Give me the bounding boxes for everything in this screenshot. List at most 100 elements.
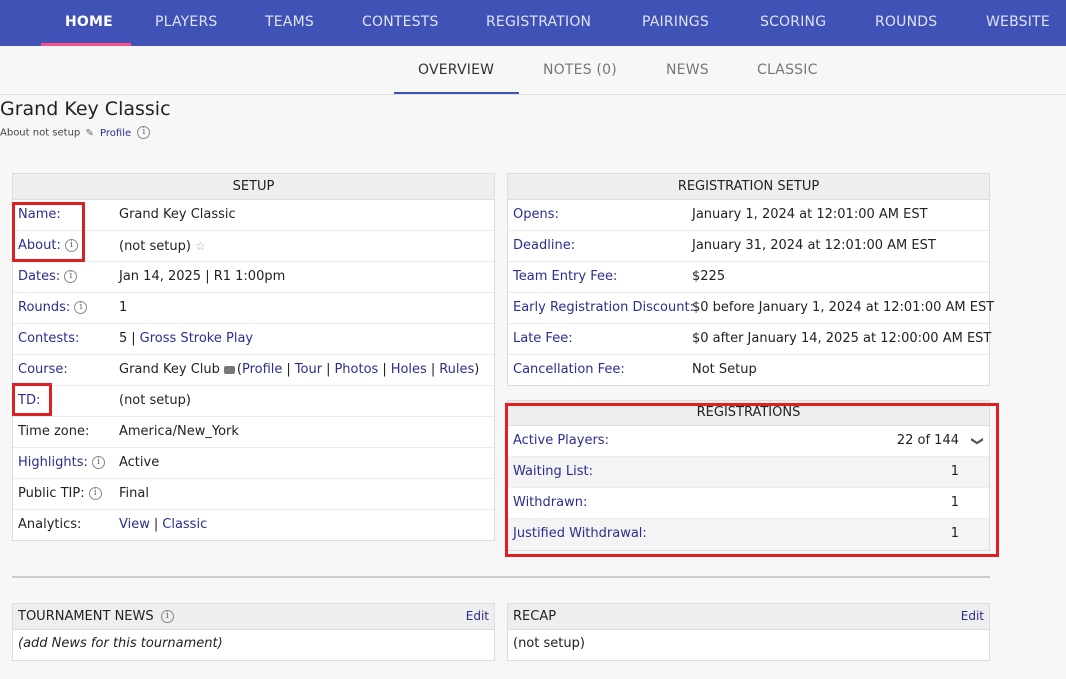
reg-setup-row-late-fee: Late Fee: $0 after January 14, 2025 at 1… (508, 324, 992, 355)
highlight-box-registrations (505, 403, 999, 557)
tab-classic[interactable]: CLASSIC (757, 46, 818, 94)
info-icon[interactable]: i (88, 487, 102, 500)
nav-teams[interactable]: TEAMS (265, 0, 314, 46)
setup-row-course: Course: Grand Key Club (Profile | Tour | Phot… (13, 355, 494, 386)
tab-news[interactable]: NEWS (666, 46, 709, 94)
analytics-view-link[interactable]: View (119, 517, 150, 532)
cancellation-label-text: Cancellation Fee (513, 362, 621, 377)
recap-title: RECAP (513, 609, 557, 624)
analytics-classic-link[interactable]: Classic (162, 517, 207, 532)
course-tour-link[interactable]: Tour (295, 362, 322, 377)
news-edit-button[interactable]: Edit (466, 604, 489, 629)
registration-setup-header: REGISTRATION SETUP (508, 174, 989, 200)
nav-pairings[interactable]: PAIRINGS (642, 0, 709, 46)
deadline-label-text: Deadline (513, 238, 571, 253)
setup-row-td: TD: (not setup) (13, 386, 494, 417)
about-value: (not setup) ☆ (119, 231, 206, 262)
info-icon[interactable]: i (64, 270, 78, 283)
rounds-label-text: Rounds (18, 300, 66, 315)
highlight-box-name-about (12, 202, 85, 262)
nav-players[interactable]: PLAYERS (155, 0, 217, 46)
recap-panel: RECAP Edit (not setup) (507, 603, 990, 661)
nav-home[interactable]: HOME (65, 0, 113, 46)
section-divider (12, 576, 990, 578)
recap-body: (not setup) (513, 636, 585, 651)
page-title: Grand Key Classic (0, 98, 171, 120)
tournament-news-body: (add News for this tournament) (18, 636, 223, 651)
recap-edit-button[interactable]: Edit (961, 604, 984, 629)
nav-website[interactable]: WEBSITE (986, 0, 1050, 46)
cancellation-label[interactable]: Cancellation Fee: (513, 355, 625, 385)
reg-setup-row-opens: Opens: January 1, 2024 at 12:01:00 AM ES… (508, 200, 989, 231)
course-holes-link[interactable]: Holes (391, 362, 427, 377)
setup-row-name: Name: Grand Key Classic (13, 200, 494, 231)
tip-label: Public TIP: i (18, 479, 102, 509)
reg-setup-row-entry-fee: Team Entry Fee: $225 (508, 262, 989, 293)
course-profile-link[interactable]: Profile (242, 362, 282, 377)
timezone-label: Time zone: (18, 424, 90, 439)
tournament-news-panel: TOURNAMENT NEWS i Edit (add News for thi… (12, 603, 495, 661)
info-icon[interactable]: i (160, 610, 174, 623)
course-label-text: Course (18, 362, 64, 377)
profile-link[interactable]: Profile (100, 128, 131, 139)
dates-label-text: Dates (18, 269, 56, 284)
info-icon[interactable]: i (91, 456, 105, 469)
contests-label[interactable]: Contests: (18, 324, 79, 354)
cancellation-value: Not Setup (692, 362, 757, 377)
about-status: About not setup (0, 127, 81, 139)
course-photos-link[interactable]: Photos (334, 362, 378, 377)
highlights-value: Active (119, 455, 160, 470)
top-nav: HOME PLAYERS TEAMS CONTESTS REGISTRATION… (0, 0, 1066, 46)
deadline-label[interactable]: Deadline: (513, 231, 575, 261)
nav-registration[interactable]: REGISTRATION (486, 0, 591, 46)
rounds-label[interactable]: Rounds: i (18, 293, 88, 323)
entry-fee-value: $225 (692, 269, 726, 284)
nav-contests[interactable]: CONTESTS (362, 0, 439, 46)
deadline-value: January 31, 2024 at 12:01:00 AM EST (692, 238, 936, 253)
entry-fee-label-text: Team Entry Fee (513, 269, 613, 284)
name-value: Grand Key Classic (119, 207, 236, 222)
early-discount-value: $0 before January 1, 2024 at 12:01:00 AM… (692, 300, 995, 315)
analytics-label: Analytics: (18, 517, 82, 532)
course-name: Grand Key Club (119, 362, 220, 377)
opens-label[interactable]: Opens: (513, 200, 559, 230)
opens-label-text: Opens (513, 207, 555, 222)
star-icon[interactable]: ☆ (195, 239, 206, 253)
setup-row-about: About: i (not setup) ☆ (13, 231, 494, 262)
timezone-value: America/New_York (119, 424, 239, 439)
contest-link[interactable]: Gross Stroke Play (140, 331, 253, 346)
analytics-label-text: Analytics (18, 517, 78, 532)
late-fee-label[interactable]: Late Fee: (513, 324, 573, 354)
early-discount-label-text: Early Registration Discount (513, 300, 690, 315)
analytics-value: View | Classic (119, 517, 208, 532)
tab-overview[interactable]: OVERVIEW (418, 46, 494, 94)
registration-setup-panel: REGISTRATION SETUP Opens: January 1, 202… (507, 173, 994, 386)
contests-count: 5 (119, 331, 128, 346)
tournament-news-title: TOURNAMENT NEWS (18, 609, 154, 624)
early-discount-label[interactable]: Early Registration Discount: (513, 293, 694, 323)
setup-row-rounds: Rounds: i 1 (13, 293, 494, 324)
td-value: (not setup) (119, 393, 191, 408)
setup-row-timezone: Time zone: America/New_York (13, 417, 494, 448)
recap-header: RECAP Edit (508, 604, 989, 630)
dates-label[interactable]: Dates: i (18, 262, 78, 292)
nav-rounds[interactable]: ROUNDS (875, 0, 937, 46)
contests-label-text: Contests (18, 331, 76, 346)
highlights-label[interactable]: Highlights: i (18, 448, 105, 478)
late-fee-value: $0 after January 14, 2025 at 12:00:00 AM… (692, 331, 992, 346)
late-fee-label-text: Late Fee (513, 331, 569, 346)
course-rules-link[interactable]: Rules (439, 362, 474, 377)
nav-scoring[interactable]: SCORING (760, 0, 826, 46)
tab-notes[interactable]: NOTES (0) (543, 46, 617, 94)
course-label[interactable]: Course: (18, 355, 68, 385)
info-icon[interactable]: i (74, 301, 88, 314)
opens-value: January 1, 2024 at 12:01:00 AM EST (692, 207, 928, 222)
tip-value[interactable]: Final (119, 479, 149, 509)
highlights-label-text: Highlights (18, 455, 84, 470)
camera-icon[interactable] (223, 365, 235, 374)
pencil-icon[interactable]: ✎ (85, 128, 93, 139)
entry-fee-label[interactable]: Team Entry Fee: (513, 262, 617, 292)
rounds-value: 1 (119, 300, 128, 315)
highlight-box-td (12, 383, 52, 416)
info-icon[interactable]: i (137, 126, 151, 139)
